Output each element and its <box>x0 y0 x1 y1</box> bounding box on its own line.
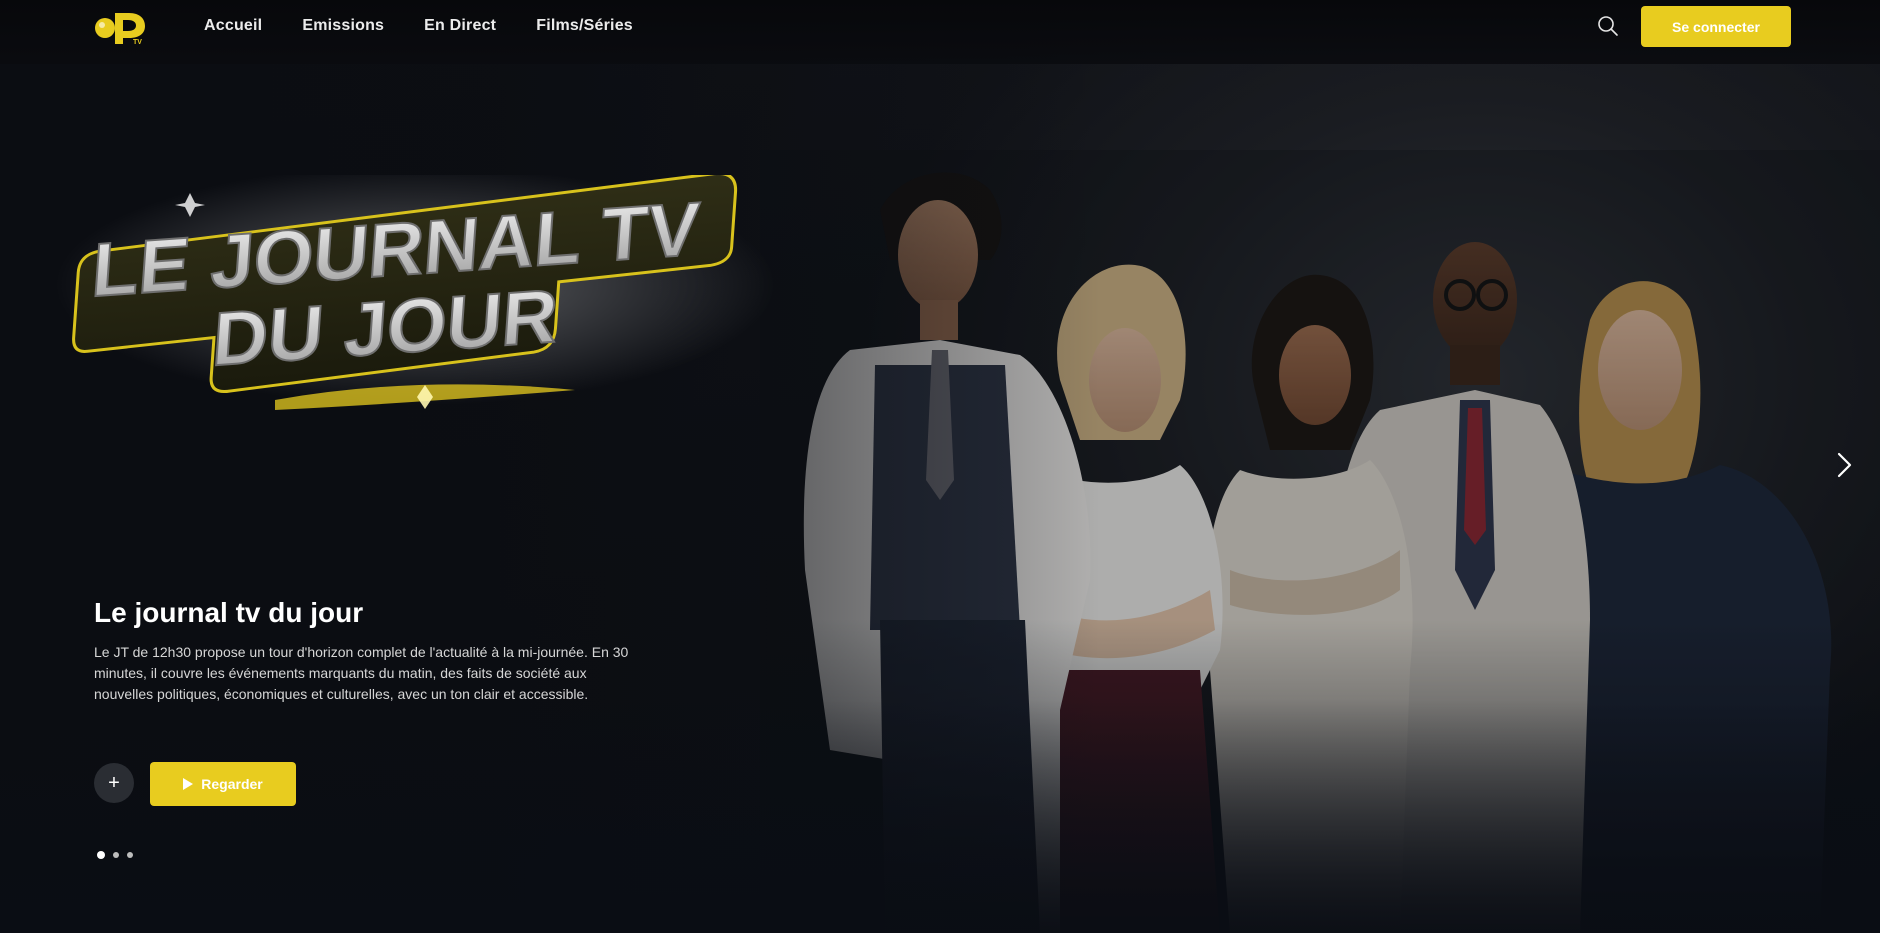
carousel-dot-3[interactable] <box>127 852 133 858</box>
play-icon <box>183 778 194 790</box>
nav-en-direct[interactable]: En Direct <box>424 17 496 35</box>
watch-button[interactable]: Regarder <box>150 762 296 806</box>
chevron-right-icon[interactable] <box>1834 450 1856 480</box>
login-button[interactable]: Se connecter <box>1641 6 1791 47</box>
nav-emissions[interactable]: Emissions <box>302 17 384 35</box>
top-navbar: TV Accueil Emissions En Direct Films/Sér… <box>0 0 1880 64</box>
plus-icon: + <box>108 771 120 794</box>
show-title-artwork: LE JOURNAL TV DU JOUR <box>55 175 775 410</box>
nav-accueil[interactable]: Accueil <box>204 17 262 35</box>
search-icon[interactable] <box>1597 15 1619 37</box>
watch-button-label: Regarder <box>201 776 263 792</box>
carousel-dot-2[interactable] <box>113 852 119 858</box>
add-to-list-button[interactable]: + <box>94 763 134 803</box>
logo-tv-text: TV <box>133 39 142 45</box>
carousel-dots <box>97 851 133 859</box>
optv-logo[interactable]: TV <box>93 9 151 45</box>
main-nav: Accueil Emissions En Direct Films/Séries <box>204 0 633 52</box>
carousel-dot-1[interactable] <box>97 851 105 859</box>
show-title: Le journal tv du jour <box>94 597 364 628</box>
show-description: Le JT de 12h30 propose un tour d'horizon… <box>94 644 629 702</box>
nav-films-series[interactable]: Films/Séries <box>536 17 633 35</box>
hero-gradient-bottom <box>0 700 1880 933</box>
